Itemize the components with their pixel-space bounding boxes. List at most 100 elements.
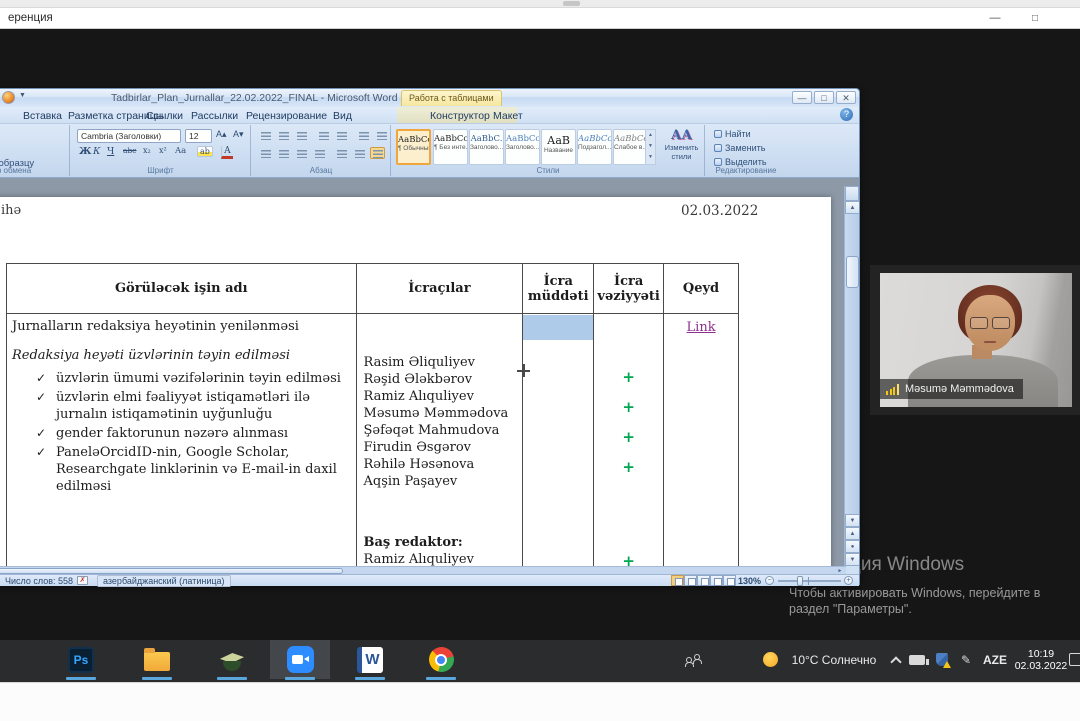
styles-gallery-scrollbar[interactable]: ▲▼▼	[645, 129, 656, 165]
shrink-font-button[interactable]: А▾	[233, 129, 244, 140]
taskbar-word-button[interactable]: W	[353, 640, 387, 679]
subscript-button[interactable]: x₂	[143, 146, 151, 155]
sort-button-icon[interactable]	[356, 129, 371, 141]
weather-icon-cell[interactable]	[760, 640, 780, 679]
note-cell[interactable]: Link	[664, 314, 739, 566]
document-page[interactable]: ihə 02.03.2022 Görüləcək işin adı İcraçı…	[0, 197, 831, 566]
align-left-button-icon[interactable]	[258, 147, 273, 159]
print-layout-view-icon[interactable]	[671, 575, 684, 586]
tray-security-button[interactable]	[932, 640, 952, 679]
zoom-in-icon[interactable]: +	[844, 576, 853, 585]
zoom-slider-track[interactable]	[778, 580, 841, 582]
zoom-slider-thumb[interactable]	[797, 576, 803, 586]
tab-view[interactable]: Вид	[329, 108, 356, 123]
bullets-button-icon[interactable]	[258, 129, 273, 141]
tab-mailings[interactable]: Рассылки	[187, 108, 242, 123]
style-heading1[interactable]: AaBbC. Заголово...	[469, 129, 504, 165]
keyboard-language-button[interactable]: AZE	[978, 640, 1012, 679]
decrease-indent-button-icon[interactable]	[316, 129, 331, 141]
draft-view-icon[interactable]	[723, 575, 736, 586]
quick-access-caret-icon[interactable]: ▼	[19, 92, 26, 99]
previous-page-icon[interactable]: ▲	[845, 527, 859, 540]
line-spacing-button-icon[interactable]	[334, 147, 349, 159]
outline-view-icon[interactable]	[710, 575, 723, 586]
ruler-toggle-icon[interactable]	[845, 186, 859, 201]
tab-review[interactable]: Рецензирование	[242, 108, 331, 123]
taskbar-zoom-button[interactable]	[283, 640, 317, 679]
font-color-button[interactable]: А	[221, 146, 233, 159]
align-center-button-icon[interactable]	[276, 147, 291, 159]
font-name-combobox[interactable]: Cambria (Заголовки)	[77, 129, 181, 143]
word-restore-button[interactable]: □	[814, 91, 834, 104]
participant-video-tile[interactable]: Məsumə Məmmədova	[870, 265, 1080, 415]
multilevel-list-button-icon[interactable]	[294, 129, 309, 141]
replace-button[interactable]: Заменить	[714, 143, 765, 153]
notification-center-button[interactable]	[1068, 640, 1080, 679]
style-subtitle[interactable]: AaBbCc. Подзагол...	[577, 129, 612, 165]
style-normal[interactable]: AaBbCcDc ¶ Обычный	[396, 129, 431, 165]
find-button[interactable]: Найти	[714, 129, 751, 139]
increase-indent-button-icon[interactable]	[334, 129, 349, 141]
conference-restore-button[interactable]: □	[1022, 10, 1048, 27]
executors-cell[interactable]: Rasim Əliquliyev Rəşid Ələkbərov Ramiz A…	[357, 314, 524, 566]
style-heading2[interactable]: AaBbCc Заголово...	[505, 129, 540, 165]
language-indicator[interactable]: азербайджанский (латиница)	[97, 575, 231, 587]
justify-button-icon[interactable]	[312, 147, 327, 159]
show-paragraph-marks-button-icon[interactable]	[374, 129, 389, 141]
deadline-cell[interactable]	[523, 314, 594, 566]
tab-references[interactable]: Ссылки	[142, 108, 187, 123]
borders-button-icon[interactable]	[370, 147, 385, 159]
font-size-combobox[interactable]: 12	[185, 129, 212, 143]
browse-object-icon[interactable]: ●	[845, 540, 859, 553]
people-tray-button[interactable]	[680, 640, 706, 679]
next-page-icon[interactable]: ▼	[845, 553, 859, 566]
horizontal-scrollbar[interactable]: ◄ ►	[0, 566, 846, 574]
word-titlebar[interactable]: ▼ Tadbirlar_Plan_Jurnallar_22.02.2022_FI…	[0, 89, 859, 107]
align-right-button-icon[interactable]	[294, 147, 309, 159]
note-hyperlink[interactable]: Link	[664, 320, 738, 335]
strikethrough-button[interactable]: abc	[123, 146, 136, 155]
help-icon[interactable]: ?	[840, 108, 853, 121]
change-case-button[interactable]: Aa	[175, 146, 186, 156]
taskbar-chrome-button[interactable]	[424, 640, 458, 679]
grow-font-button[interactable]: А▴	[216, 129, 227, 140]
web-layout-view-icon[interactable]	[697, 575, 710, 586]
superscript-button[interactable]: x²	[159, 146, 167, 155]
tray-expand-button[interactable]	[888, 640, 904, 679]
underline-button[interactable]: Ч	[107, 146, 114, 157]
taskbar-photoshop-button[interactable]: Ps	[64, 640, 98, 679]
style-no-spacing[interactable]: AaBbCcDc ¶ Без инте...	[433, 129, 468, 165]
vertical-scrollbar[interactable]: ▲ ▼ ▲ ● ▼	[844, 186, 859, 566]
taskbar-education-app-button[interactable]	[215, 640, 249, 679]
word-count[interactable]: Число слов: 558	[5, 576, 73, 586]
status-cell[interactable]: + + + + +	[594, 314, 664, 566]
zoom-level[interactable]: 130%	[738, 576, 761, 586]
numbering-button-icon[interactable]	[276, 129, 291, 141]
bold-button[interactable]: Ж	[79, 146, 91, 157]
conference-minimize-button[interactable]: —	[982, 10, 1008, 27]
fullscreen-view-icon[interactable]	[684, 575, 697, 586]
word-minimize-button[interactable]: —	[792, 91, 812, 104]
tab-table-design[interactable]: Конструктор	[426, 108, 494, 123]
style-title[interactable]: АаВ Название	[541, 129, 576, 165]
shading-button-icon[interactable]	[352, 147, 367, 159]
tab-table-layout[interactable]: Макет	[489, 108, 527, 123]
tab-insert[interactable]: Вставка	[19, 108, 66, 123]
scroll-up-icon[interactable]: ▲	[845, 201, 859, 214]
office-button-icon[interactable]	[2, 91, 15, 104]
highlight-color-button[interactable]: ab	[197, 146, 213, 157]
weather-text[interactable]: 10°C Солнечно	[784, 640, 884, 679]
scroll-down-icon[interactable]: ▼	[845, 514, 859, 527]
word-close-button[interactable]: ✕	[836, 91, 856, 104]
taskbar-file-explorer-button[interactable]	[140, 640, 174, 679]
clock-button[interactable]: 10:19 02.03.2022	[1012, 640, 1070, 679]
change-styles-button[interactable]: АА Изменить стили	[660, 128, 703, 168]
task-description-cell[interactable]: Jurnalların redaksiya heyətinin yenilənm…	[7, 314, 357, 566]
style-subtle-emphasis[interactable]: AaBbCcD Слабое в...	[613, 129, 648, 165]
conference-titlebar[interactable]: еренция — □	[0, 8, 1080, 29]
tray-device-button[interactable]	[906, 640, 928, 679]
tray-pen-button[interactable]: ✎	[956, 640, 976, 679]
spellcheck-icon[interactable]: ✗	[77, 576, 88, 585]
zoom-out-icon[interactable]: −	[765, 576, 774, 585]
italic-button[interactable]: К	[93, 146, 100, 157]
